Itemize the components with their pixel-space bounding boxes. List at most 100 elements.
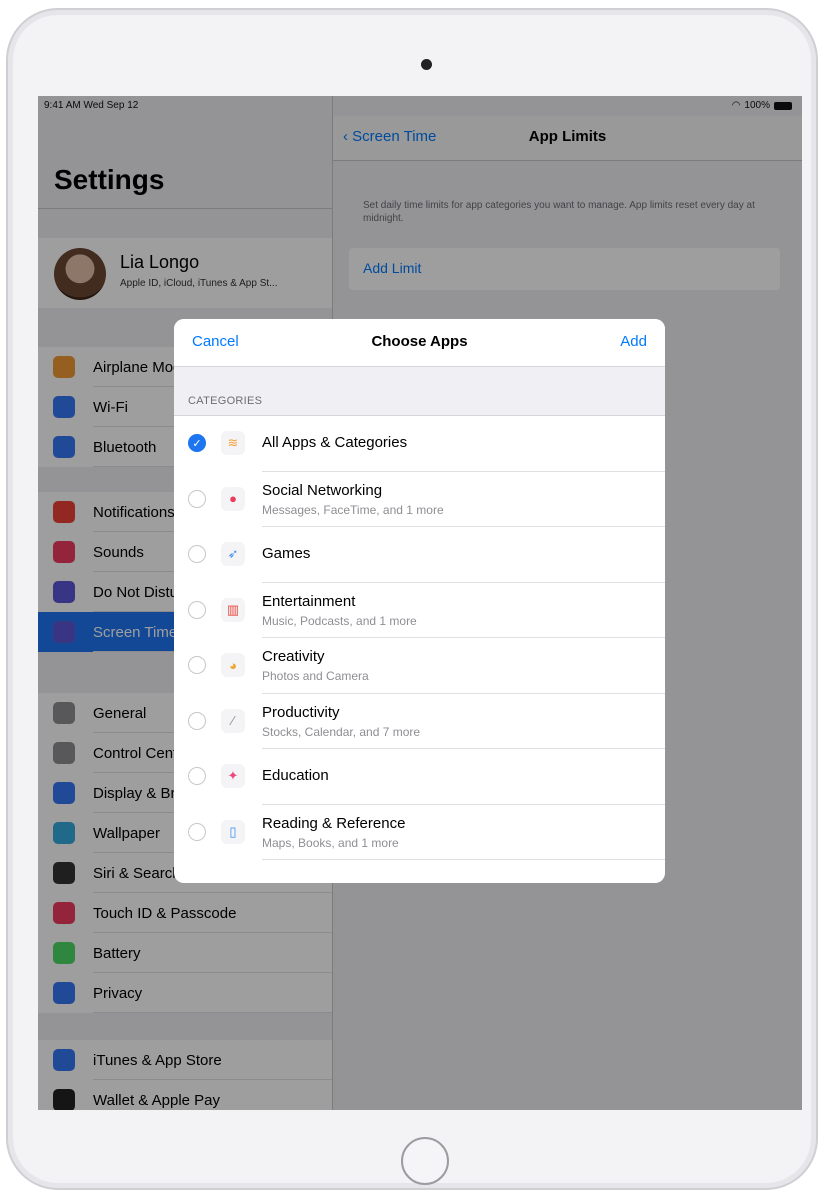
category-row[interactable]: ✓ ≋ All Apps & Categories — [174, 416, 665, 472]
category-title: Games — [262, 545, 311, 562]
modal-title: Choose Apps — [371, 333, 468, 350]
radio-button[interactable] — [188, 656, 206, 674]
sidebar-item-label: Notifications — [93, 503, 175, 521]
category-row[interactable]: ▥ Entertainment Music, Podcasts, and 1 mor… — [174, 583, 665, 638]
status-time: 9:41 AM Wed Sep 12 — [44, 100, 139, 111]
category-subtitle: Maps, Books, and 1 more — [262, 835, 399, 850]
palette-icon: ◕ — [221, 653, 245, 677]
category-row[interactable]: ● Social Networking Messages, FaceTime, an… — [174, 472, 665, 527]
wifi-icon — [53, 396, 75, 418]
sidebar-item-touch-id-passcode[interactable]: Touch ID & Passcode — [38, 893, 332, 933]
category-title: Creativity — [262, 648, 325, 665]
category-row[interactable]: ⁄ Productivity Stocks, Calendar, and 7 mor… — [174, 694, 665, 749]
radio-button[interactable] — [188, 600, 206, 619]
modal-header: Cancel Choose Apps Add — [174, 319, 665, 367]
app-store-icon — [53, 1049, 75, 1071]
nav-bar: ‹ Screen Time App Limits — [333, 116, 802, 161]
book-icon: ▯ — [221, 819, 245, 844]
sidebar-item-label: Privacy — [93, 984, 143, 1002]
categories-label: CATEGORIES — [188, 395, 263, 407]
sidebar-item-label: Battery — [93, 944, 141, 962]
profile-name: Lia Longo — [120, 252, 200, 272]
category-title: Entertainment — [262, 592, 356, 610]
airplane-icon — [53, 356, 75, 378]
radio-button[interactable] — [188, 545, 206, 563]
bluetooth-icon — [53, 436, 75, 458]
popcorn-icon: ▥ — [221, 597, 245, 622]
wallet-icon — [53, 1089, 75, 1110]
gear-icon — [53, 702, 75, 724]
sidebar-item-privacy[interactable]: Privacy — [38, 973, 332, 1013]
control-center-icon — [53, 742, 75, 764]
hourglass-icon — [53, 621, 75, 643]
camera-dot — [421, 59, 432, 70]
choose-apps-modal: Cancel Choose Apps Add CATEGORIES ✓ ≋ All … — [174, 319, 665, 883]
category-row[interactable]: ✦ Education — [174, 749, 665, 805]
radio-button[interactable] — [188, 767, 206, 785]
status-bar: 9:41 AM Wed Sep 12 ◠ 100% — [38, 96, 802, 116]
add-button[interactable]: Add — [620, 333, 647, 350]
wallpaper-icon — [53, 822, 75, 844]
sidebar-item-itunes-app-store[interactable]: iTunes & App Store — [38, 1040, 332, 1080]
category-subtitle: Messages, FaceTime, and 1 more — [262, 502, 444, 517]
avatar — [54, 248, 106, 300]
radio-button[interactable] — [188, 711, 206, 730]
battery-percent: 100% — [744, 100, 770, 111]
moon-icon — [53, 581, 75, 603]
add-limit-label: Add Limit — [363, 260, 422, 276]
category-title: Reading & Reference — [262, 814, 406, 832]
divider — [38, 208, 332, 209]
settings-group: iTunes & App Store Wallet & Apple Pay — [38, 1040, 332, 1110]
app-limits-description: Set daily time limits for app categories… — [363, 200, 755, 224]
sidebar-item-label: Touch ID & Passcode — [93, 904, 237, 922]
battery-icon — [53, 942, 75, 964]
chat-bubble-icon: ● — [221, 486, 245, 511]
sidebar-title: Settings — [54, 164, 165, 195]
sidebar-item-label: Wi-Fi — [93, 398, 128, 416]
sidebar-item-label: Siri & Search — [93, 864, 181, 882]
education-icon: ✦ — [221, 764, 245, 788]
display-icon — [53, 782, 75, 804]
categories-section-header: CATEGORIES — [174, 367, 665, 416]
category-list: ✓ ≋ All Apps & Categories ● Social Networkin… — [174, 416, 665, 860]
notifications-icon — [53, 501, 75, 523]
category-subtitle: Stocks, Calendar, and 7 more — [262, 724, 421, 739]
fingerprint-icon — [53, 902, 75, 924]
category-row[interactable]: ▯ Reading & Reference Maps, Books, and 1 m… — [174, 805, 665, 860]
category-subtitle: Photos and Camera — [262, 669, 369, 683]
siri-icon — [53, 862, 75, 884]
wifi-icon: ◠ — [731, 100, 741, 111]
battery-icon — [774, 101, 792, 110]
row-divider — [93, 1012, 332, 1013]
sidebar-item-label: Bluetooth — [93, 438, 157, 456]
row-divider — [262, 859, 665, 860]
category-title: All Apps & Categories — [262, 434, 408, 451]
hand-icon — [53, 982, 75, 1004]
checkmark-icon[interactable]: ✓ — [188, 434, 206, 452]
category-title: Education — [262, 767, 329, 784]
sidebar-item-label: Screen Time — [93, 623, 178, 641]
nav-title: App Limits — [528, 128, 607, 145]
category-title: Social Networking — [262, 481, 383, 499]
category-row[interactable]: ◕ Creativity Photos and Camera — [174, 638, 665, 694]
sidebar-item-wallet-apple-pay[interactable]: Wallet & Apple Pay — [38, 1080, 332, 1110]
rocket-icon: ➶ — [221, 542, 245, 566]
sidebar-item-battery[interactable]: Battery — [38, 933, 332, 973]
sidebar-item-label: Wallet & Apple Pay — [93, 1091, 221, 1109]
sidebar-item-label: Wallpaper — [93, 824, 160, 842]
profile-subtitle: Apple ID, iCloud, iTunes & App St... — [120, 278, 278, 289]
pen-icon: ⁄ — [221, 708, 245, 733]
sidebar-item-label: General — [93, 704, 147, 722]
radio-button[interactable] — [188, 822, 206, 841]
home-button[interactable] — [401, 1137, 449, 1185]
sidebar-item-label: iTunes & App Store — [93, 1051, 222, 1069]
profile-row[interactable]: Lia Longo Apple ID, iCloud, iTunes & App… — [38, 238, 332, 308]
sounds-icon — [53, 541, 75, 563]
category-row[interactable]: ➶ Games — [174, 527, 665, 583]
add-limit-row[interactable]: Add Limit — [349, 248, 780, 290]
sidebar-item-label: Sounds — [93, 543, 144, 561]
stack-icon: ≋ — [221, 431, 245, 455]
radio-button[interactable] — [188, 489, 206, 508]
category-title: Productivity — [262, 703, 340, 721]
category-subtitle: Music, Podcasts, and 1 more — [262, 613, 417, 628]
